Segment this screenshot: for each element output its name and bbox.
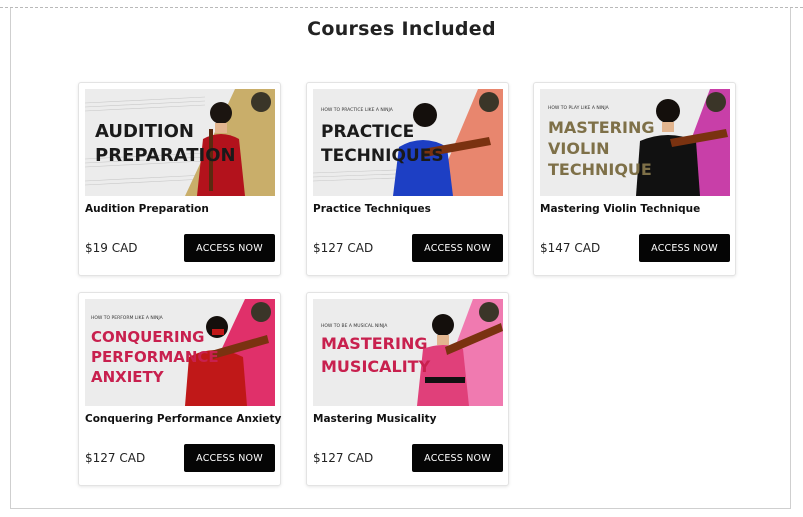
course-thumbnail[interactable]: HOW TO PERFORM LIKE A NINJA CONQUERING P… (85, 299, 275, 406)
thumb-kicker: HOW TO PERFORM LIKE A NINJA (91, 315, 164, 321)
course-thumbnail[interactable]: AUDITION PREPARATION (85, 89, 275, 196)
course-title[interactable]: Audition Preparation (85, 203, 209, 215)
course-price: $19 CAD (85, 241, 138, 255)
access-now-button[interactable]: ACCESS NOW (184, 234, 275, 262)
thumb-kicker: HOW TO PLAY LIKE A NINJA (548, 105, 610, 111)
course-title[interactable]: Mastering Violin Technique (540, 203, 700, 215)
brand-seal (251, 92, 271, 112)
thumb-headline-line-2: PREPARATION (95, 145, 236, 166)
access-now-button[interactable]: ACCESS NOW (639, 234, 730, 262)
access-now-button[interactable]: ACCESS NOW (412, 444, 503, 472)
thumb-headline-line-1: CONQUERING (91, 328, 205, 346)
brand-seal (706, 92, 726, 112)
course-price: $147 CAD (540, 241, 601, 255)
course-price: $127 CAD (85, 451, 146, 465)
course-card-audition-preparation[interactable]: AUDITION PREPARATION Audition Preparatio… (78, 82, 281, 276)
thumb-headline-line-2: MUSICALITY (321, 357, 431, 376)
thumb-headline-line-1: AUDITION (95, 121, 194, 142)
course-title[interactable]: Practice Techniques (313, 203, 431, 215)
thumb-kicker: HOW TO PRACTICE LIKE A NINJA (321, 107, 394, 113)
course-price: $127 CAD (313, 451, 374, 465)
course-card-conquering-performance-anxiety[interactable]: HOW TO PERFORM LIKE A NINJA CONQUERING P… (78, 292, 281, 486)
thumb-headline-line-3: ANXIETY (91, 368, 165, 386)
course-card-practice-techniques[interactable]: HOW TO PRACTICE LIKE A NINJA PRACTICE TE… (306, 82, 509, 276)
course-card-mastering-violin-technique[interactable]: HOW TO PLAY LIKE A NINJA MASTERING VIOLI… (533, 82, 736, 276)
thumb-kicker: HOW TO BE A MUSICAL NINJA (321, 323, 388, 329)
brand-seal (479, 92, 499, 112)
course-title[interactable]: Conquering Performance Anxiety (85, 413, 281, 425)
course-title[interactable]: Mastering Musicality (313, 413, 437, 425)
course-thumbnail[interactable]: HOW TO PLAY LIKE A NINJA MASTERING VIOLI… (540, 89, 730, 196)
thumb-headline-line-2: TECHNIQUES (321, 146, 444, 166)
brand-seal (251, 302, 271, 322)
access-now-button[interactable]: ACCESS NOW (184, 444, 275, 472)
course-price: $127 CAD (313, 241, 374, 255)
thumb-headline-line-2: PERFORMANCE (91, 348, 219, 366)
access-now-button[interactable]: ACCESS NOW (412, 234, 503, 262)
brand-seal (479, 302, 499, 322)
course-card-mastering-musicality[interactable]: HOW TO BE A MUSICAL NINJA MASTERING MUSI… (306, 292, 509, 486)
thumb-headline-line-1: MASTERING (321, 334, 427, 353)
course-thumbnail[interactable]: HOW TO PRACTICE LIKE A NINJA PRACTICE TE… (313, 89, 503, 196)
thumb-headline-line-1: MASTERING (548, 118, 654, 137)
thumb-headline-line-3: TECHNIQUE (548, 160, 652, 179)
course-thumbnail[interactable]: HOW TO BE A MUSICAL NINJA MASTERING MUSI… (313, 299, 503, 406)
thumb-headline-line-2: VIOLIN (548, 139, 609, 158)
thumb-headline-line-1: PRACTICE (321, 122, 414, 142)
section-title: Courses Included (307, 18, 496, 40)
